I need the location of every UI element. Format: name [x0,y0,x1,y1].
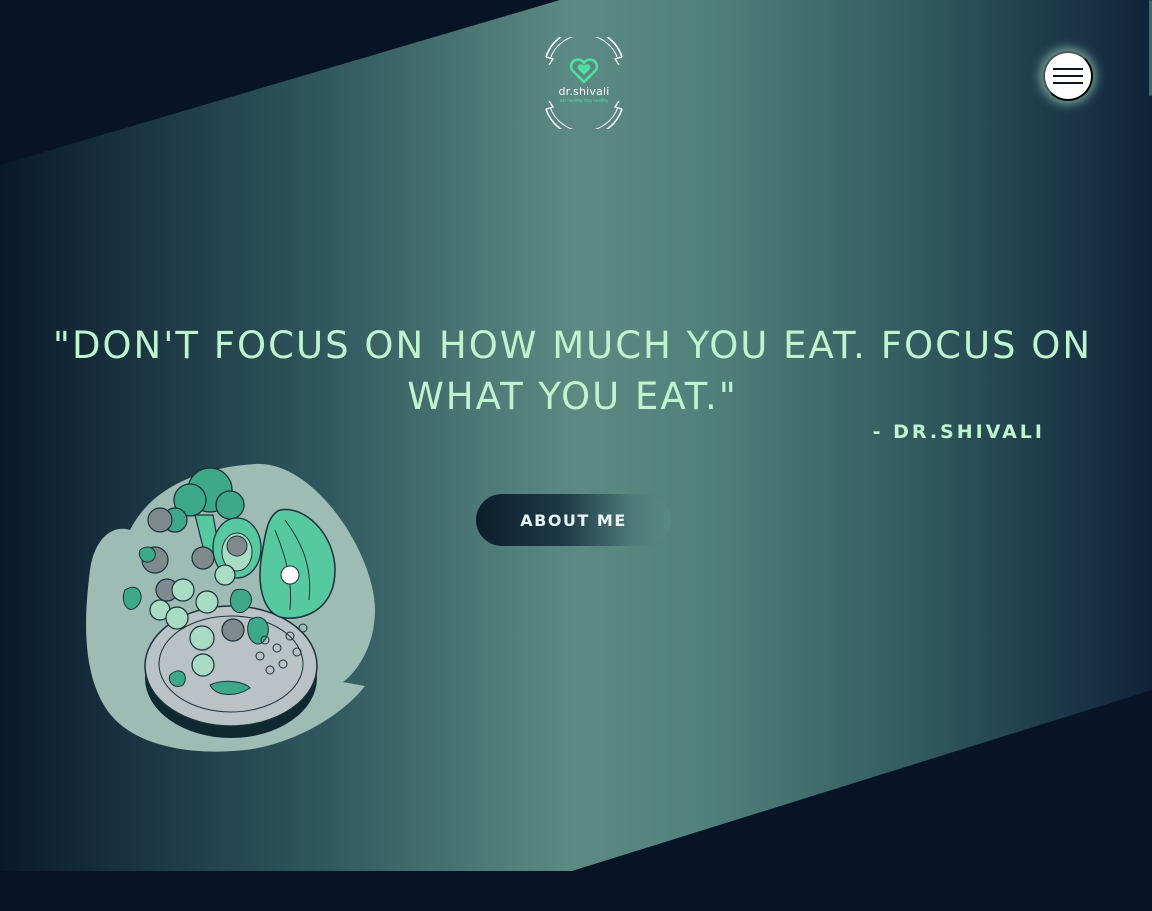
logo-name: dr.shivali [558,85,610,98]
heart-icon [569,58,599,84]
logo[interactable]: dr.shivali eat healthy stay healthy [543,28,625,138]
logo-tagline: eat healthy stay healthy [559,98,609,103]
menu-button[interactable] [1043,51,1093,101]
logo-ring-icon [545,28,623,138]
page: dr.shivali eat healthy stay healthy "DON… [0,0,1152,911]
hamburger-icon-line [1053,75,1083,77]
hamburger-icon-line [1053,82,1083,84]
about-me-button[interactable]: ABOUT ME [476,494,671,546]
hero-quote: "DON'T FOCUS ON HOW MUCH YOU EAT. FOCUS … [52,324,1093,418]
hamburger-icon [1053,68,1083,70]
healthy-food-bowl-illustration [86,463,375,752]
quote-author: - DR.SHIVALI [872,421,1045,443]
